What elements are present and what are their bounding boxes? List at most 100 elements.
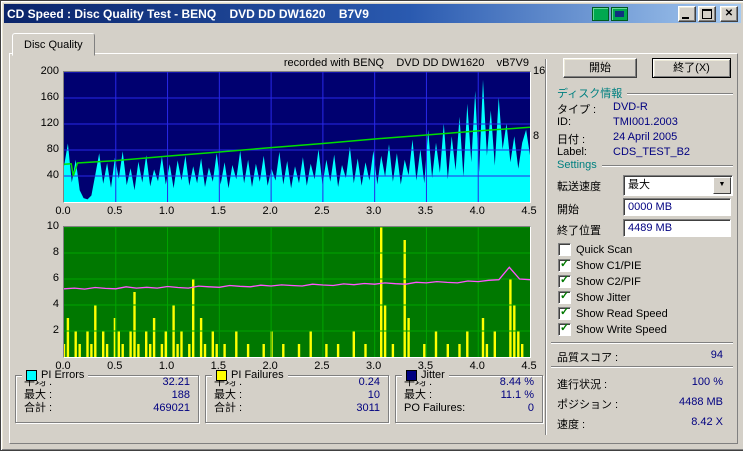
row-label: 日付 : [557, 134, 586, 146]
checkbox-box: ✓ [558, 258, 571, 272]
disc-id-row: ID: TMI001.2003 [557, 116, 733, 128]
y-axis-tick: 10 [46, 220, 59, 232]
checkbox-box: ✓ [558, 274, 571, 288]
row-label: タイプ : [557, 104, 597, 116]
y-axis-tick: 160 [40, 91, 59, 103]
divider [551, 366, 733, 368]
disc-info-section-header: ディスク情報 [557, 85, 733, 101]
x-axis-tick: 0.5 [107, 205, 123, 217]
stat-value: 0.24 [358, 376, 380, 388]
stat-value: 8.44 % [499, 376, 534, 388]
stat-row: 合計 : 3011 [206, 402, 388, 415]
stat-row: PO Failures: 0 [396, 402, 542, 415]
pi-errors-chart[interactable] [63, 71, 531, 203]
x-axis-tick: 0.0 [55, 205, 71, 217]
y-axis-tick: 40 [46, 169, 59, 181]
stat-label: 最大 : [214, 389, 243, 401]
position-row: ポジション : 4488 MB [557, 396, 723, 412]
row-value: 24 April 2005 [613, 131, 678, 143]
x-axis-tick: 2.0 [262, 205, 278, 217]
quality-score-row: 品質スコア : 94 [557, 349, 723, 365]
pi-failures-chart[interactable] [63, 226, 531, 358]
pi-errors-swatch [26, 369, 37, 381]
maximize-button[interactable] [698, 5, 716, 22]
disc-label-row: Label: CDS_TEST_B2 [557, 146, 733, 158]
checkbox-label: Show C1/PIE [576, 259, 642, 272]
app-window: CD Speed : Disc Quality Test - BENQ DVD … [0, 0, 743, 451]
disc-type-row: タイプ : DVD-R [557, 101, 733, 117]
stat-label: 合計 : [24, 402, 53, 414]
end-position-input[interactable]: 4489 MB [623, 219, 731, 237]
minimize-button[interactable] [678, 5, 696, 22]
transfer-speed-value: 最大 [628, 179, 650, 191]
graph-icon [592, 6, 609, 21]
checkbox-box: ✓ [558, 322, 571, 336]
jitter-legend: Jitter [402, 369, 449, 381]
stat-value: 10 [367, 389, 380, 401]
y-axis-right-tick: 8 [533, 130, 540, 142]
progress-row: 進行状況 : 100 % [557, 376, 723, 392]
checkbox-show-jitter[interactable]: ✓ Show Jitter [558, 290, 631, 304]
titlebar[interactable]: CD Speed : Disc Quality Test - BENQ DVD … [4, 4, 741, 23]
checkbox-show-write-speed[interactable]: ✓ Show Write Speed [558, 322, 667, 336]
titlebar-disc-icon[interactable] [611, 6, 628, 21]
pi-errors-legend: PI Errors [22, 369, 89, 381]
x-axis-tick: 2.5 [314, 360, 330, 372]
x-axis-tick: 4.0 [469, 205, 485, 217]
check-icon: ✓ [560, 258, 570, 270]
position-value: 4488 MB [678, 396, 723, 408]
speed-row: 速度 : 8.42 X [557, 416, 723, 432]
row-label: 速度 : [557, 419, 586, 431]
row-value: TMI001.2003 [613, 116, 678, 128]
checkbox-label: Show Write Speed [576, 323, 667, 336]
close-icon: ✕ [724, 7, 734, 19]
row-value: CDS_TEST_B2 [613, 146, 691, 158]
x-axis-tick: 3.0 [366, 205, 382, 217]
check-icon: ✓ [560, 306, 570, 318]
stat-value: 469021 [153, 402, 190, 414]
stat-value: 11.1 % [500, 389, 534, 401]
x-axis-tick: 1.5 [210, 205, 226, 217]
stat-row: 最大 : 11.1 % [396, 389, 542, 402]
y-axis-tick: 120 [40, 117, 59, 129]
row-label: Label: [557, 146, 587, 158]
checkbox-box: ✓ [558, 290, 571, 304]
tab-disc-quality[interactable]: Disc Quality [12, 33, 95, 56]
pi-failures-stats-group: PI Failures 平均 :0.24 最大 :10 合計 :3011 [205, 369, 389, 423]
check-icon: ✓ [560, 290, 570, 302]
pi-errors-stats-group: PI Errors 平均 :32.21 最大 :188 合計 :469021 [15, 369, 199, 423]
checkbox-show-read-speed[interactable]: ✓ Show Read Speed [558, 306, 668, 320]
checkbox-show-c1-pie[interactable]: ✓ Show C1/PIE [558, 258, 642, 272]
panel-divider [545, 59, 547, 435]
disc-icon [611, 6, 628, 21]
x-axis-tick: 4.5 [521, 205, 537, 217]
checkbox-show-c2-pif[interactable]: ✓ Show C2/PIF [558, 274, 641, 288]
tab-label: Disc Quality [24, 38, 83, 51]
chevron-down-icon[interactable]: ▼ [713, 177, 731, 194]
stat-row: 最大 : 188 [16, 389, 198, 402]
start-button[interactable]: 開始 [563, 58, 637, 78]
stat-value: 0 [527, 402, 534, 414]
stat-value: 188 [171, 389, 190, 401]
disc-info-title: ディスク情報 [557, 88, 623, 100]
start-position-input[interactable]: 0000 MB [623, 198, 731, 216]
x-axis-tick: 0.5 [107, 360, 123, 372]
x-axis-tick: 1.0 [158, 205, 175, 217]
y-axis-tick: 200 [40, 65, 59, 77]
maximize-icon [702, 8, 712, 19]
exit-button[interactable]: 終了(X) [652, 58, 731, 78]
x-axis-tick: 4.5 [521, 360, 537, 372]
stat-label: 合計 : [214, 402, 243, 414]
close-button[interactable]: ✕ [720, 5, 738, 22]
titlebar-graph-icon[interactable] [592, 6, 609, 21]
x-axis-tick: 3.5 [417, 205, 434, 217]
stat-label: PO Failures: [404, 402, 466, 414]
checkbox-label: Show Jitter [576, 291, 631, 304]
window-title: CD Speed : Disc Quality Test - BENQ DVD … [7, 6, 369, 21]
transfer-speed-select[interactable]: 最大 ▼ [623, 175, 733, 196]
y-axis-tick: 8 [52, 246, 59, 258]
divider [551, 342, 733, 344]
start-position-label: 開始 [557, 204, 579, 216]
jitter-swatch [406, 369, 417, 381]
checkbox-quick-scan[interactable]: Quick Scan [558, 243, 632, 256]
